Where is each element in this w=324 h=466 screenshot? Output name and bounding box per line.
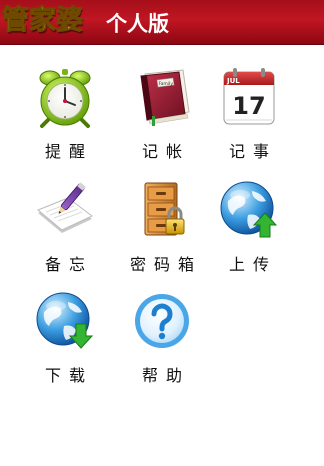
title-bar: 管家婆 个人版 xyxy=(0,0,324,45)
menu-item-label: 备忘 xyxy=(44,255,93,274)
notepad-pen-icon xyxy=(34,179,96,241)
calendar-icon: JUL 17 xyxy=(218,66,280,128)
app-screen: 管家婆 个人版 提醒 Family 记帐 JUL 17 记事 备忘 密码箱 上传… xyxy=(0,0,324,466)
menu-item-memo[interactable]: 备忘 xyxy=(20,179,110,279)
calendar-day-text: 17 xyxy=(232,92,265,120)
locked-cabinet-icon xyxy=(131,179,193,241)
menu-item-download[interactable]: 下载 xyxy=(20,290,110,390)
help-question-icon xyxy=(131,290,193,352)
globe-upload-icon xyxy=(218,179,280,241)
ledger-book-icon: Family xyxy=(131,66,193,128)
menu-item-label: 下载 xyxy=(44,366,93,385)
menu-item-reminder[interactable]: 提醒 xyxy=(20,66,110,166)
globe-download-icon xyxy=(34,290,96,352)
menu-item-upload[interactable]: 上传 xyxy=(204,179,294,279)
menu-item-label: 帮助 xyxy=(141,366,190,385)
menu-item-help[interactable]: 帮助 xyxy=(117,290,207,390)
calendar-month-text: JUL xyxy=(226,77,240,85)
app-brand-title: 管家婆 xyxy=(2,5,84,37)
app-edition-label: 个人版 xyxy=(106,12,169,36)
menu-item-label: 密码箱 xyxy=(129,255,202,274)
menu-item-accounting[interactable]: Family 记帐 xyxy=(117,66,207,166)
menu-item-label: 记帐 xyxy=(141,142,190,161)
menu-item-password-box[interactable]: 密码箱 xyxy=(117,179,207,279)
menu-item-label: 上传 xyxy=(228,255,277,274)
ledger-cover-text: Family xyxy=(159,81,174,87)
alarm-clock-icon xyxy=(34,66,96,128)
menu-item-label: 记事 xyxy=(228,142,277,161)
menu-item-label: 提醒 xyxy=(44,142,93,161)
menu-item-notes[interactable]: JUL 17 记事 xyxy=(204,66,294,166)
